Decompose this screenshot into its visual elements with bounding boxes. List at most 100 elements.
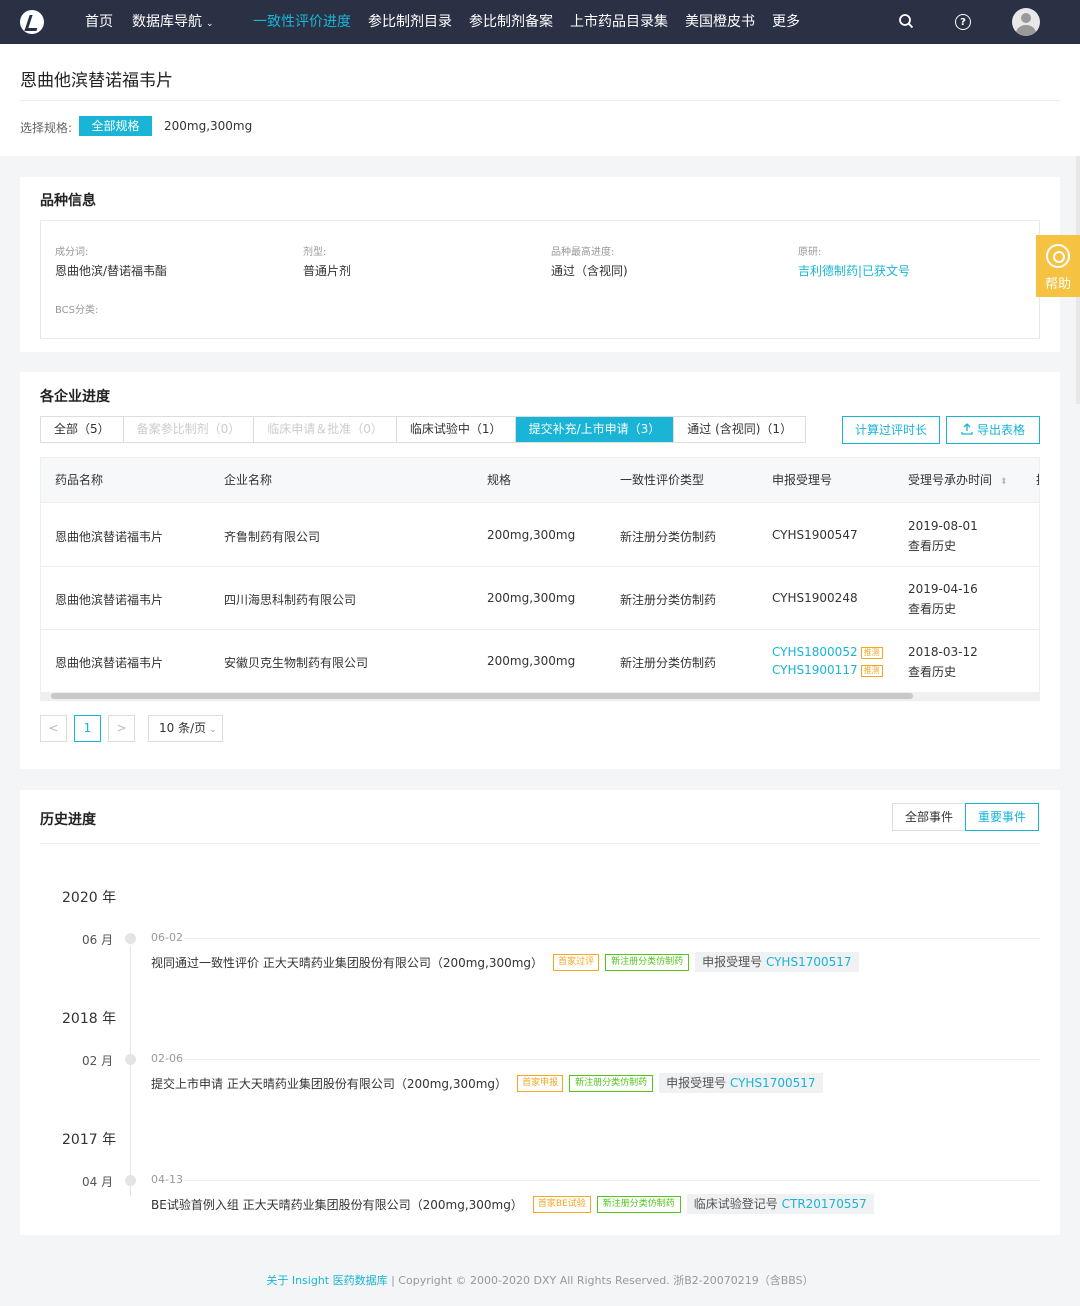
timeline-month: 06 月 bbox=[82, 933, 114, 947]
view-history-link[interactable]: 查看历史 bbox=[908, 537, 956, 554]
timeline-year: 2017 年 bbox=[62, 1132, 117, 1148]
cell-date: 2019-08-01 bbox=[908, 519, 978, 533]
upload-icon bbox=[961, 423, 973, 435]
ingredient-label: 成分词: bbox=[55, 247, 89, 258]
type-badge: 新注册分类仿制药 bbox=[569, 1074, 654, 1092]
prev-page-button[interactable]: < bbox=[40, 715, 67, 742]
timeline-dot bbox=[125, 1054, 136, 1065]
help-label: 帮助 bbox=[1044, 277, 1071, 292]
divider bbox=[40, 843, 1040, 844]
col-type: 一致性评价类型 bbox=[620, 473, 705, 487]
scrollbar-thumb[interactable] bbox=[51, 693, 913, 699]
variety-info-title: 品种信息 bbox=[40, 193, 96, 209]
search-icon[interactable] bbox=[897, 13, 915, 31]
logo-icon[interactable] bbox=[20, 10, 44, 34]
nav-more[interactable]: 更多 bbox=[772, 0, 800, 44]
page-size-value: 10 条/页 bbox=[159, 721, 207, 735]
col-company: 企业名称 bbox=[224, 473, 273, 487]
tab-all[interactable]: 全部（5） bbox=[41, 417, 124, 442]
event-text: BE试验首例入组 正大天晴药业集团股份有限公司（200mg,300mg） bbox=[151, 1197, 523, 1212]
sort-icon[interactable]: ⬍ bbox=[1000, 477, 1008, 487]
view-history-link[interactable]: 查看历史 bbox=[908, 663, 956, 680]
nav-home[interactable]: 首页 bbox=[85, 0, 113, 44]
nav-consistency-progress[interactable]: 一致性评价进度 bbox=[253, 0, 351, 44]
next-page-button[interactable]: > bbox=[108, 715, 135, 742]
cell-acceptance-no-2: CYHS1900117 推测 bbox=[772, 663, 883, 677]
table-horizontal-scrollbar[interactable] bbox=[41, 692, 1039, 700]
all-events-button[interactable]: 全部事件 bbox=[892, 803, 967, 831]
company-progress-title: 各企业进度 bbox=[40, 389, 110, 405]
help-chat-icon bbox=[1046, 244, 1070, 268]
spec-label: 选择规格: bbox=[20, 121, 73, 135]
timeline-dot bbox=[125, 933, 136, 944]
event-divider bbox=[184, 1059, 1040, 1060]
tab-passed[interactable]: 通过 (含视同)（1） bbox=[674, 417, 805, 442]
ref-no-link[interactable]: CYHS1700517 bbox=[766, 955, 852, 969]
chevron-down-icon: ⌄ bbox=[206, 19, 214, 29]
ref-box: 临床试验登记号 CTR20170557 bbox=[686, 1194, 874, 1214]
nav-db-guide[interactable]: 数据库导航 ⌄ bbox=[132, 0, 214, 44]
progress-tabs: 全部（5） 备案参比制剂（0） 临床申请＆批准（0） 临床试验中（1） 提交补充… bbox=[40, 416, 807, 443]
type-badge: 新注册分类仿制药 bbox=[605, 953, 690, 971]
col-drug: 药品名称 bbox=[55, 473, 104, 487]
table-row: 恩曲他滨替诺福韦片 四川海思科制药有限公司 200mg,300mg 新注册分类仿… bbox=[41, 567, 1039, 630]
export-table-button[interactable]: 导出表格 bbox=[946, 416, 1040, 444]
avatar[interactable] bbox=[1012, 8, 1040, 36]
help-icon[interactable]: ? bbox=[955, 14, 971, 30]
cell-spec: 200mg,300mg bbox=[487, 654, 576, 668]
tab-submitted[interactable]: 提交补充/上市申请（3） bbox=[515, 417, 675, 442]
top-nav: 首页 数据库导航 ⌄ 一致性评价进度 参比制剂目录 参比制剂备案 上市药品目录集 … bbox=[0, 0, 1080, 44]
col-acceptance-no: 申报受理号 bbox=[772, 473, 833, 487]
cell-type: 新注册分类仿制药 bbox=[620, 593, 717, 607]
view-history-link[interactable]: 查看历史 bbox=[908, 600, 956, 617]
timeline-line bbox=[130, 946, 131, 1196]
cell-company: 安徽贝克生物制药有限公司 bbox=[224, 656, 369, 670]
cell-spec: 200mg,300mg bbox=[487, 528, 576, 542]
event-date: 06-02 bbox=[151, 931, 183, 944]
tab-clinical-trial[interactable]: 临床试验中（1） bbox=[397, 417, 516, 442]
event-text: 视同通过一致性评价 正大天晴药业集团股份有限公司（200mg,300mg） bbox=[151, 955, 544, 970]
cell-acceptance-no[interactable]: CYHS1900248 bbox=[772, 591, 858, 605]
calc-duration-button[interactable]: 计算过评时长 bbox=[842, 416, 940, 444]
ref-label: 申报受理号 bbox=[702, 955, 763, 969]
footer-about-link[interactable]: 关于 Insight 医药数据库 bbox=[266, 1274, 387, 1287]
form-value: 普通片剂 bbox=[303, 264, 352, 278]
nav-reference-filing[interactable]: 参比制剂备案 bbox=[469, 0, 553, 44]
footer: 关于 Insight 医药数据库 | Copyright © 2000-2020… bbox=[0, 1256, 1080, 1306]
first-badge: 首家申报 bbox=[517, 1074, 564, 1092]
ref-label: 申报受理号 bbox=[666, 1076, 727, 1090]
ref-no-link[interactable]: CTR20170557 bbox=[782, 1197, 867, 1211]
cell-type: 新注册分类仿制药 bbox=[620, 656, 717, 670]
important-events-button[interactable]: 重要事件 bbox=[965, 803, 1040, 831]
spec-option[interactable]: 200mg,300mg bbox=[164, 119, 252, 133]
event-item: BE试验首例入组 正大天晴药业集团股份有限公司（200mg,300mg） 首家B… bbox=[151, 1194, 874, 1214]
cell-acceptance-no-1: CYHS1800052 推测 bbox=[772, 645, 883, 659]
progress-label: 品种最高进度: bbox=[551, 247, 615, 258]
timeline-year: 2018 年 bbox=[62, 1011, 117, 1027]
event-date: 02-06 bbox=[151, 1052, 183, 1065]
export-label: 导出表格 bbox=[976, 423, 1025, 437]
timeline-year: 2020 年 bbox=[62, 890, 117, 906]
timeline-month: 04 月 bbox=[82, 1175, 114, 1189]
nav-reference-catalog[interactable]: 参比制剂目录 bbox=[368, 0, 452, 44]
timeline-month: 02 月 bbox=[82, 1054, 114, 1068]
event-filter: 全部事件 重要事件 bbox=[892, 803, 1040, 831]
tab-clinical-application: 临床申请＆批准（0） bbox=[254, 417, 397, 442]
acceptance-no-link[interactable]: CYHS1900117 bbox=[772, 663, 858, 677]
cell-acceptance-no[interactable]: CYHS1900547 bbox=[772, 528, 858, 542]
event-item: 提交上市申请 正大天晴药业集团股份有限公司（200mg,300mg） 首家申报 … bbox=[151, 1073, 823, 1093]
origin-link[interactable]: 吉利德制药|已获文号 bbox=[798, 262, 910, 279]
ref-no-link[interactable]: CYHS1700517 bbox=[730, 1076, 816, 1090]
help-widget[interactable]: 帮助 bbox=[1036, 235, 1080, 297]
page-size-select[interactable]: 10 条/页 ⌄ bbox=[148, 715, 223, 742]
ref-box: 申报受理号 CYHS1700517 bbox=[659, 1073, 823, 1093]
nav-orange-book[interactable]: 美国橙皮书 bbox=[685, 0, 755, 44]
col-acceptance-date[interactable]: 受理号承办时间 ⬍ bbox=[908, 458, 1008, 505]
col-more: 挂 bbox=[1036, 458, 1039, 503]
acceptance-no-link[interactable]: CYHS1800052 bbox=[772, 645, 858, 659]
spec-all-button[interactable]: 全部规格 bbox=[79, 116, 152, 136]
event-divider bbox=[184, 938, 1040, 939]
nav-listed-drugs[interactable]: 上市药品目录集 bbox=[570, 0, 668, 44]
page-1-button[interactable]: 1 bbox=[74, 715, 101, 742]
ref-box: 申报受理号 CYHS1700517 bbox=[695, 952, 859, 972]
